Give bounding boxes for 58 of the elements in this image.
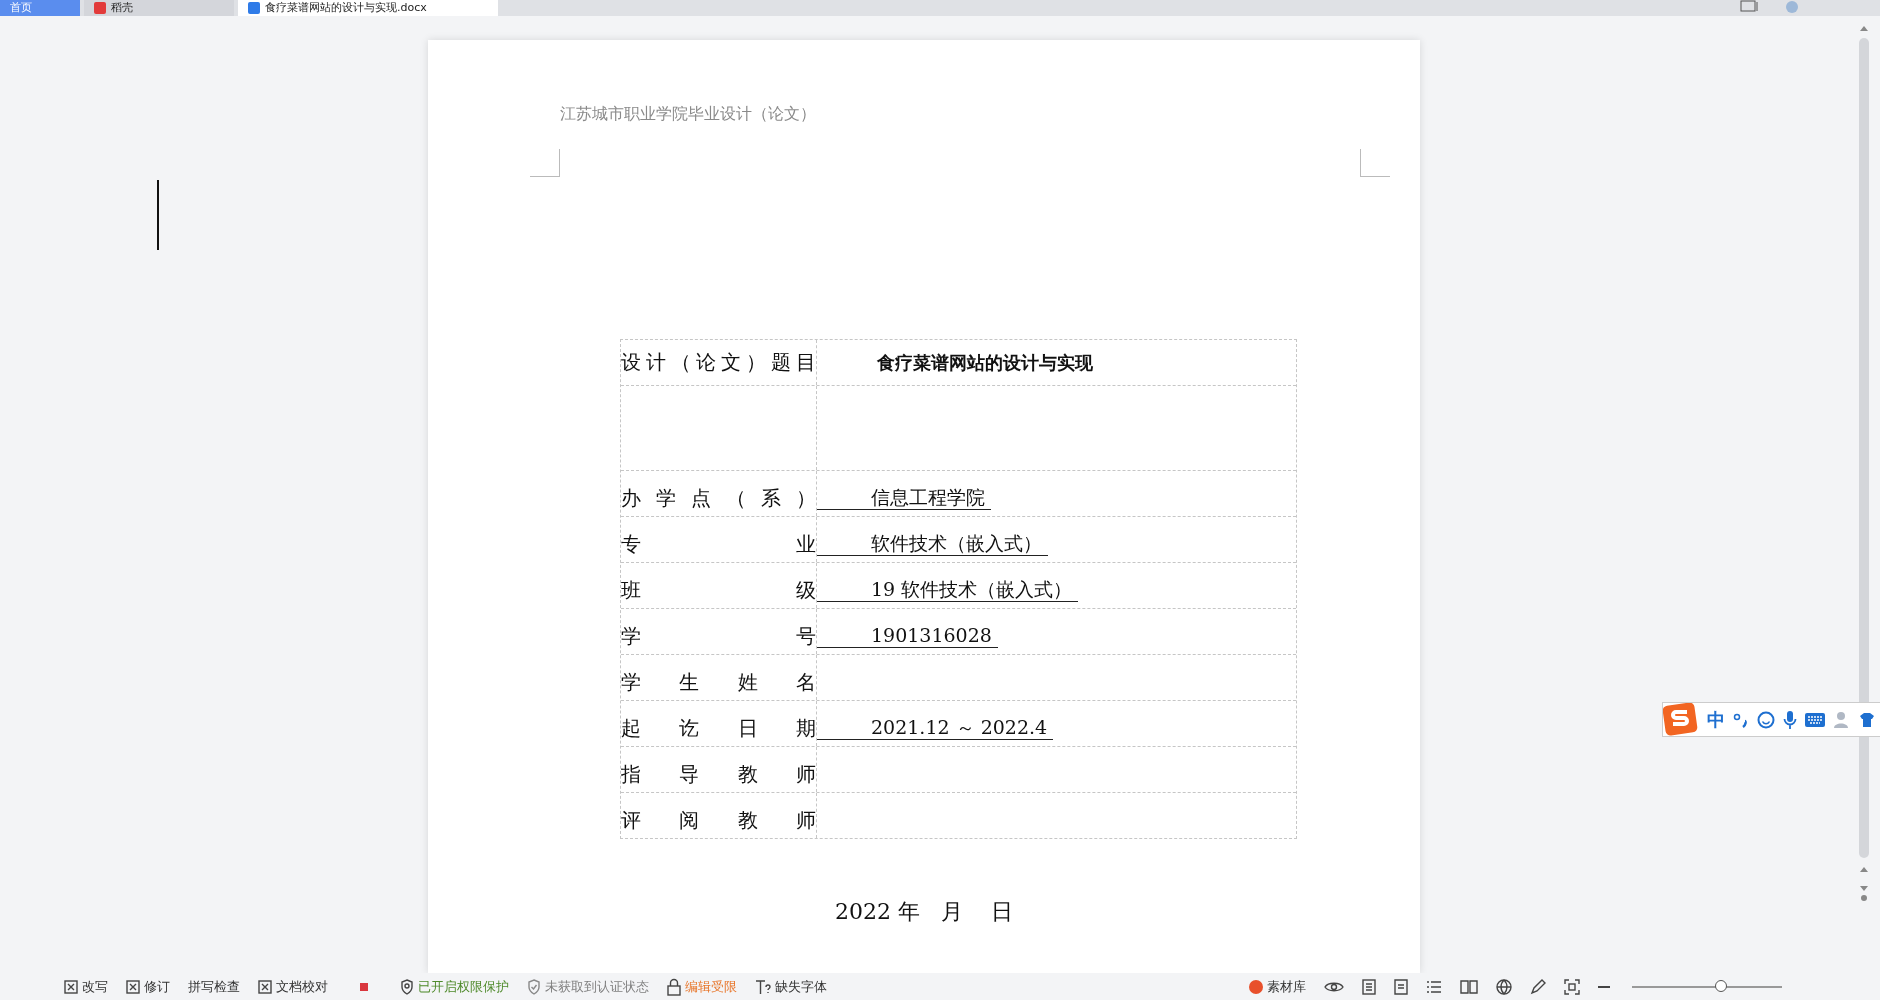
shield-check-icon bbox=[527, 978, 541, 995]
field-value: 信息工程学院 bbox=[817, 485, 991, 510]
field-label: 起讫日期 bbox=[621, 715, 816, 742]
tab[interactable]: 食疗菜谱网站的设计与实现.docx bbox=[238, 0, 498, 16]
record-icon[interactable] bbox=[360, 982, 368, 991]
field-value: 19 软件技术（嵌入式） bbox=[817, 577, 1079, 602]
field-value: 软件技术（嵌入式） bbox=[817, 531, 1048, 556]
x-box-icon bbox=[258, 979, 272, 994]
field-label: 指导教师 bbox=[621, 761, 816, 788]
text-cursor bbox=[157, 180, 159, 250]
x-box-icon bbox=[64, 979, 78, 994]
zoom-thumb[interactable] bbox=[1715, 979, 1727, 992]
tab[interactable]: 稻壳 bbox=[84, 0, 234, 16]
field-label: 学号 bbox=[621, 623, 816, 650]
field-label: 设计（论文）题目 bbox=[621, 349, 816, 376]
emoji-icon[interactable] bbox=[1757, 710, 1775, 729]
thesis-title: 食疗菜谱网站的设计与实现 bbox=[877, 350, 1093, 375]
field-value: 1901316028 bbox=[817, 623, 998, 648]
field-label: 班级 bbox=[621, 577, 816, 604]
globe-icon[interactable] bbox=[1496, 978, 1512, 995]
scroll-up-icon[interactable] bbox=[1859, 24, 1869, 32]
material-library-button[interactable]: 素材库 bbox=[1249, 977, 1306, 996]
x-box-icon bbox=[126, 979, 140, 994]
shirt-icon[interactable] bbox=[1859, 711, 1875, 728]
status-item[interactable]: 改写 bbox=[64, 977, 108, 996]
field-label: 专业 bbox=[621, 531, 816, 558]
field-label: 办学点（系） bbox=[621, 485, 816, 512]
scrollbar-thumb[interactable] bbox=[1859, 38, 1869, 858]
page-icon[interactable] bbox=[1394, 978, 1408, 995]
punctuation-icon[interactable] bbox=[1733, 711, 1749, 728]
ime-logo-icon[interactable] bbox=[1663, 702, 1699, 737]
status-item[interactable]: 缺失字体 bbox=[755, 977, 827, 996]
lock-icon bbox=[667, 977, 681, 996]
shield-icon bbox=[400, 978, 414, 995]
status-item[interactable]: 拼写检查 bbox=[188, 977, 240, 996]
date-line: 2022 年 月 日 bbox=[834, 898, 1014, 926]
field-label: 学生姓名 bbox=[621, 669, 816, 696]
tab-icon bbox=[94, 2, 106, 14]
tab-icon bbox=[248, 2, 260, 14]
keyboard-icon[interactable] bbox=[1805, 712, 1825, 727]
field-value: 2021.12 ～ 2022.4 bbox=[817, 715, 1054, 740]
outline-icon[interactable] bbox=[1362, 978, 1376, 995]
microphone-icon[interactable] bbox=[1783, 709, 1797, 730]
status-item[interactable]: 已开启权限保护 bbox=[400, 977, 509, 996]
margin-mark bbox=[1360, 149, 1390, 177]
status-item[interactable]: 未获取到认证状态 bbox=[527, 977, 649, 996]
status-item[interactable]: 文档校对 bbox=[258, 977, 328, 996]
page-header: 江苏城市职业学院毕业设计（论文） bbox=[560, 104, 817, 125]
missing-font-icon bbox=[755, 978, 771, 995]
ime-mode[interactable]: 中 bbox=[1707, 707, 1725, 732]
fit-screen-icon[interactable] bbox=[1564, 978, 1580, 995]
status-item[interactable]: 修订 bbox=[126, 977, 170, 996]
field-label: 评阅教师 bbox=[621, 807, 816, 834]
book-icon[interactable] bbox=[1460, 979, 1478, 994]
pen-icon[interactable] bbox=[1530, 978, 1546, 995]
margin-mark bbox=[530, 149, 560, 177]
list-icon[interactable] bbox=[1426, 979, 1442, 994]
zoom-out-icon[interactable] bbox=[1598, 984, 1610, 989]
